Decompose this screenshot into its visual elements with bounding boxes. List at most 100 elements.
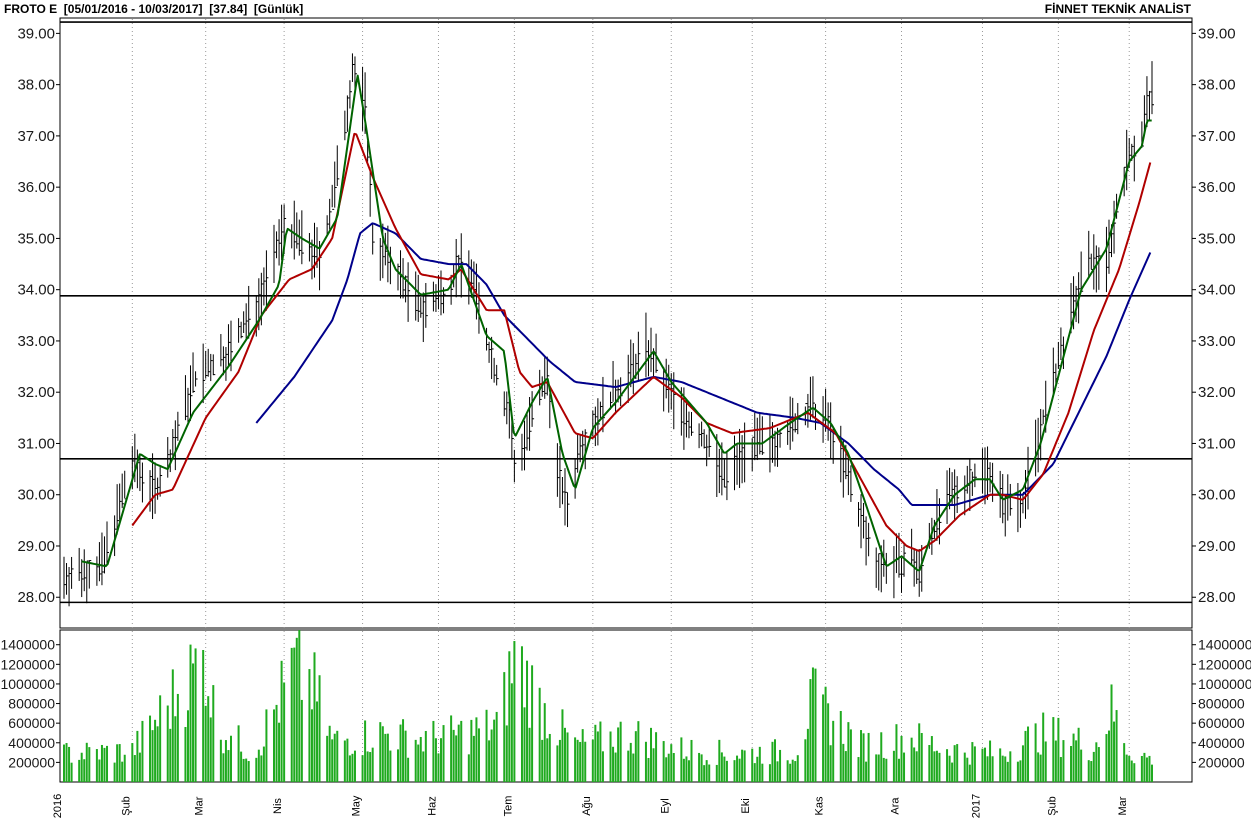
volume-bar — [804, 739, 807, 782]
volume-bar — [700, 754, 703, 782]
volume-bar — [510, 683, 513, 782]
volume-bar — [617, 727, 620, 782]
volume-bar — [546, 738, 549, 782]
volume-bar — [204, 705, 207, 782]
volume-bar — [133, 755, 136, 782]
volume-bar — [242, 758, 245, 782]
y-tick-label-right: 37.00 — [1198, 128, 1236, 145]
y-tick-label-left: 36.00 — [17, 179, 55, 196]
x-tick-label: Ağu — [581, 796, 593, 816]
volume-bar — [141, 720, 144, 782]
volume-bar — [824, 686, 827, 782]
moving-average-mid-line — [131, 132, 1152, 552]
x-tick-label: Şub — [120, 796, 132, 816]
volume-bar — [650, 727, 653, 782]
volume-bar — [219, 739, 222, 782]
volume-bar — [116, 744, 119, 782]
volume-bars — [63, 630, 1153, 782]
volume-bar — [503, 672, 506, 782]
volume-bar — [548, 733, 551, 782]
volume-bar — [971, 742, 974, 782]
volume-bar — [399, 724, 402, 782]
volume-bar — [1095, 742, 1098, 782]
volume-bar — [865, 761, 868, 782]
y-tick-label-right: 32.00 — [1198, 384, 1236, 401]
volume-bar — [353, 750, 356, 782]
volume-bar — [364, 720, 367, 782]
volume-bar — [1044, 741, 1047, 782]
volume-bar — [331, 739, 334, 782]
volume-bar — [1019, 760, 1022, 782]
volume-bar — [224, 740, 227, 782]
volume-tick-label-right: 800000 — [1198, 696, 1245, 712]
volume-bar — [839, 710, 842, 782]
y-tick-label-left: 37.00 — [17, 128, 55, 145]
volume-bar — [1004, 756, 1007, 782]
volume-bar — [156, 726, 159, 782]
volume-bar — [725, 760, 728, 782]
volume-bar — [467, 754, 470, 782]
volume-bar — [720, 752, 723, 782]
volume-bar — [290, 647, 293, 782]
volume-bar — [237, 725, 240, 782]
volume-bar — [986, 756, 989, 782]
volume-bar — [1072, 733, 1075, 782]
volume-bar — [508, 651, 511, 782]
volume-bar — [708, 764, 711, 782]
volume-bar — [794, 761, 797, 782]
volume-bar — [880, 732, 883, 782]
volume-bar — [229, 735, 232, 782]
moving-average-short-line — [81, 74, 1152, 572]
volume-bar — [736, 755, 739, 782]
volume-tick-label-right: 1200000 — [1198, 656, 1251, 672]
volume-bar — [733, 760, 736, 782]
x-tick-label: Ara — [890, 797, 902, 815]
volume-tick-label-right: 1000000 — [1198, 676, 1251, 692]
volume-bar — [78, 759, 81, 782]
volume-bar — [1145, 757, 1148, 782]
volume-bar — [768, 764, 771, 782]
volume-bar — [897, 758, 900, 782]
volume-bar — [222, 753, 225, 782]
volume-bar — [396, 749, 399, 782]
volume-bar — [386, 733, 389, 782]
volume-bar — [973, 746, 976, 782]
volume-bar — [485, 709, 488, 782]
volume-bar — [95, 749, 98, 782]
volume-bar — [424, 730, 427, 782]
volume-bar — [255, 757, 258, 782]
volume-bar — [455, 735, 458, 782]
volume-bar — [644, 741, 647, 782]
volume-bar — [579, 741, 582, 782]
volume-bar — [366, 751, 369, 782]
volume-bar — [718, 739, 721, 782]
volume-bar — [136, 730, 139, 782]
volume-tick-label-left: 400000 — [8, 735, 55, 751]
volume-bar — [1080, 749, 1083, 782]
volume-bar — [1143, 752, 1146, 782]
volume-bar — [903, 752, 906, 782]
volume-bar — [574, 737, 577, 782]
volume-bar — [275, 704, 278, 782]
volume-bar — [963, 752, 966, 782]
volume-bar — [298, 630, 301, 782]
volume-bar — [85, 742, 88, 782]
volume-bar — [758, 746, 761, 782]
volume-tick-label-left: 600000 — [8, 715, 55, 731]
volume-bar — [379, 722, 382, 782]
volume-bar — [966, 757, 969, 782]
volume-bar — [80, 752, 83, 782]
volume-bar — [723, 756, 726, 782]
volume-bar — [245, 758, 248, 782]
volume-bar — [946, 749, 949, 782]
volume-bar — [867, 732, 870, 782]
volume-bar — [637, 721, 640, 782]
volume-bar — [690, 739, 693, 782]
y-tick-label-left: 35.00 — [17, 230, 55, 247]
volume-bar — [591, 739, 594, 782]
volume-bar — [1130, 760, 1133, 782]
volume-bar — [596, 731, 599, 782]
volume-bar — [1128, 755, 1131, 782]
volume-bar — [670, 744, 673, 782]
volume-bar — [407, 757, 410, 782]
